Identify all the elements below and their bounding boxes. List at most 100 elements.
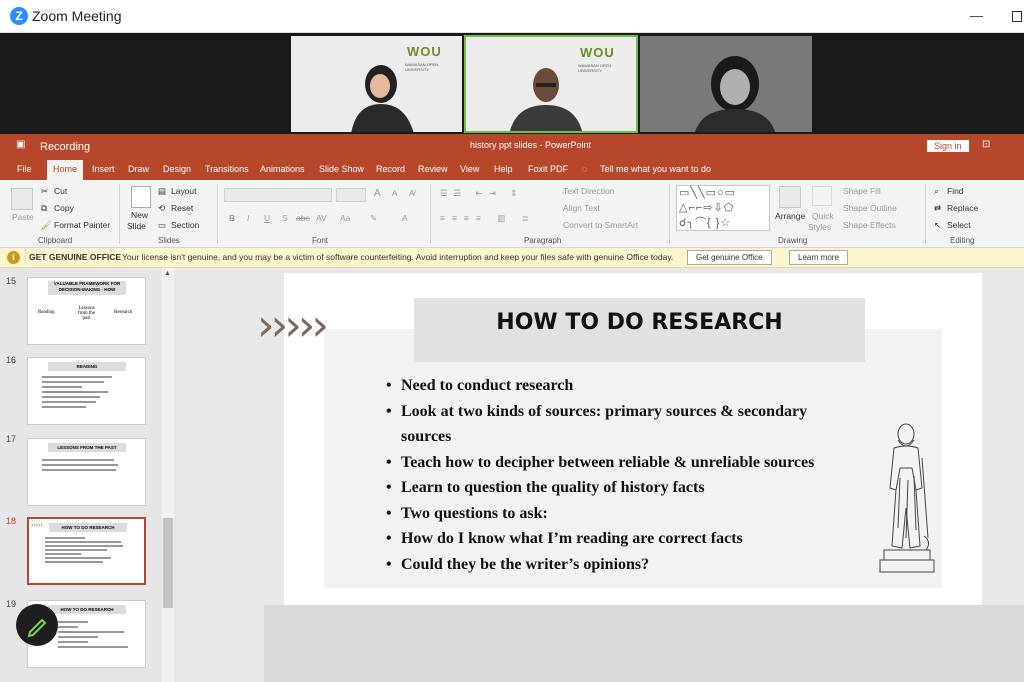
tab-transitions[interactable]: Transitions: [205, 164, 249, 174]
align-text-button[interactable]: Align Text: [563, 203, 600, 213]
reset-button[interactable]: Reset: [171, 203, 193, 213]
tell-me-search[interactable]: Tell me what you want to do: [600, 164, 711, 174]
thumbnail-line: [45, 561, 103, 563]
slide-thumbnail-16[interactable]: READING: [27, 357, 146, 425]
underline-button[interactable]: U: [264, 213, 270, 223]
video-tile-3[interactable]: [640, 36, 812, 132]
maximize-icon[interactable]: [1012, 11, 1022, 22]
save-icon[interactable]: ▣: [16, 139, 25, 150]
char-spacing-button[interactable]: AV: [316, 213, 327, 223]
shapes-gallery[interactable]: ▭╲╲▭○▭ △⌐⌐⇨⇩⬠ ☌╮⌒{ }☆: [676, 185, 770, 231]
slide-thumbnail-15[interactable]: VALUABLE FRAMEWORK FOR DECISION-MAKING -…: [27, 277, 146, 345]
replace-icon[interactable]: ⇄: [934, 203, 941, 214]
lightbulb-icon[interactable]: ◌: [582, 164, 587, 174]
bullet-marker: •: [386, 454, 392, 471]
find-button[interactable]: Find: [947, 186, 964, 196]
find-icon[interactable]: ⌕: [934, 186, 939, 197]
tab-animations[interactable]: Animations: [260, 164, 305, 174]
format-painter-button[interactable]: Format Painter: [54, 220, 110, 230]
replace-button[interactable]: Replace: [947, 203, 978, 213]
paste-icon[interactable]: [11, 188, 33, 210]
copy-icon[interactable]: ⧉: [41, 203, 47, 214]
slide-bullet: • Look at two kinds of sources: primary s…: [386, 403, 807, 421]
thumbnail-line: [42, 386, 82, 388]
slide-title: HOW TO DO RESEARCH: [496, 310, 783, 335]
quick-styles-label-2[interactable]: Styles: [808, 222, 831, 232]
tab-view[interactable]: View: [460, 164, 479, 174]
text-direction-button[interactable]: Text Direction: [563, 186, 615, 196]
notes-area[interactable]: [264, 605, 1024, 682]
scrollbar-thumb[interactable]: [163, 518, 173, 608]
learn-more-button[interactable]: Learn more: [789, 250, 848, 265]
font-color-icon[interactable]: A: [402, 213, 408, 223]
bullet-text: sources: [401, 428, 452, 445]
tab-draw[interactable]: Draw: [128, 164, 149, 174]
clear-format-icon[interactable]: A̸: [409, 188, 415, 198]
list-buttons-icon[interactable]: ☰☰ ⇤⇥ ⇕: [440, 188, 523, 199]
italic-button[interactable]: I: [247, 213, 249, 223]
tab-foxit-pdf[interactable]: Foxit PDF: [528, 164, 568, 174]
annotate-pen-button[interactable]: [16, 604, 58, 646]
tab-file[interactable]: File: [17, 164, 32, 174]
shape-outline-button[interactable]: Shape Outline: [843, 203, 897, 213]
layout-button[interactable]: Layout: [171, 186, 197, 196]
tab-home[interactable]: Home: [47, 160, 84, 180]
shape-fill-button[interactable]: Shape Fill: [843, 186, 881, 196]
increase-font-icon[interactable]: A: [374, 188, 381, 199]
video-tile-1[interactable]: WOU WAWASAN OPEN UNIVERSITY: [291, 36, 462, 132]
minimize-icon[interactable]: —: [970, 8, 983, 23]
tab-review[interactable]: Review: [418, 164, 448, 174]
quick-styles-label-1[interactable]: Quick: [812, 211, 834, 221]
quick-styles-icon[interactable]: [812, 186, 832, 206]
arrange-icon[interactable]: [779, 186, 801, 208]
bullet-marker: •: [386, 530, 392, 547]
group-divider: [430, 184, 431, 244]
scroll-up-icon[interactable]: ▲: [164, 270, 171, 277]
decrease-font-icon[interactable]: A: [392, 189, 397, 198]
reset-icon[interactable]: ⟲: [158, 203, 165, 214]
shape-effects-button[interactable]: Shape Effects: [843, 220, 896, 230]
video-tile-2[interactable]: WOU WAWASAN OPEN UNIVERSITY: [464, 35, 638, 133]
ribbon-display-icon[interactable]: ⊡: [982, 139, 990, 150]
font-size-dropdown[interactable]: [336, 188, 366, 202]
section-icon[interactable]: ▭: [158, 220, 166, 231]
arrange-button[interactable]: Arrange: [775, 211, 805, 221]
thumbnail-arrows: ›››››: [31, 522, 43, 529]
bullet-marker: •: [386, 403, 392, 420]
thumbnail-line: [45, 557, 111, 559]
thumbnail-line: [45, 549, 107, 551]
new-slide-label-2[interactable]: Slide: [127, 221, 146, 231]
slide-thumbnail-18[interactable]: ››››› HOW TO DO RESEARCH: [27, 517, 146, 585]
strikethrough-button[interactable]: abc: [296, 213, 310, 223]
thumbnail-line: [42, 391, 108, 393]
font-name-dropdown[interactable]: [224, 188, 332, 202]
align-buttons-icon[interactable]: ≡≡≡≡ ▥ ≣: [440, 213, 536, 224]
select-icon[interactable]: ↖: [934, 220, 941, 231]
paste-button[interactable]: Paste: [12, 212, 34, 222]
slide-bullet: • How do I know what I’m reading are corr…: [386, 530, 743, 548]
change-case-button[interactable]: Aa: [340, 213, 350, 223]
tab-record[interactable]: Record: [376, 164, 405, 174]
highlight-icon[interactable]: ✎: [370, 213, 377, 224]
thumbnail-scrollbar[interactable]: ▲: [162, 268, 174, 682]
cut-button[interactable]: Cut: [54, 186, 67, 196]
tab-insert[interactable]: Insert: [92, 164, 115, 174]
wou-logo: WOU: [407, 44, 442, 59]
tab-help[interactable]: Help: [494, 164, 513, 174]
cut-icon[interactable]: ✂: [41, 186, 48, 197]
bold-button[interactable]: B: [229, 213, 235, 223]
section-button[interactable]: Section: [171, 220, 199, 230]
sign-in-button[interactable]: Sign in: [927, 140, 969, 152]
convert-smartart-button[interactable]: Convert to SmartArt: [563, 220, 638, 230]
new-slide-label-1[interactable]: New: [131, 210, 148, 220]
tab-slide-show[interactable]: Slide Show: [319, 164, 364, 174]
shadow-button[interactable]: S: [282, 213, 288, 223]
layout-icon[interactable]: ▤: [158, 186, 166, 197]
copy-button[interactable]: Copy: [54, 203, 74, 213]
get-genuine-office-button[interactable]: Get genuine Office: [687, 250, 772, 265]
format-painter-icon[interactable]: 🖌: [41, 220, 52, 231]
select-button[interactable]: Select: [947, 220, 971, 230]
tab-design[interactable]: Design: [163, 164, 191, 174]
slide-thumbnail-17[interactable]: LESSONS FROM THE PAST: [27, 438, 146, 506]
new-slide-icon[interactable]: [131, 186, 151, 208]
